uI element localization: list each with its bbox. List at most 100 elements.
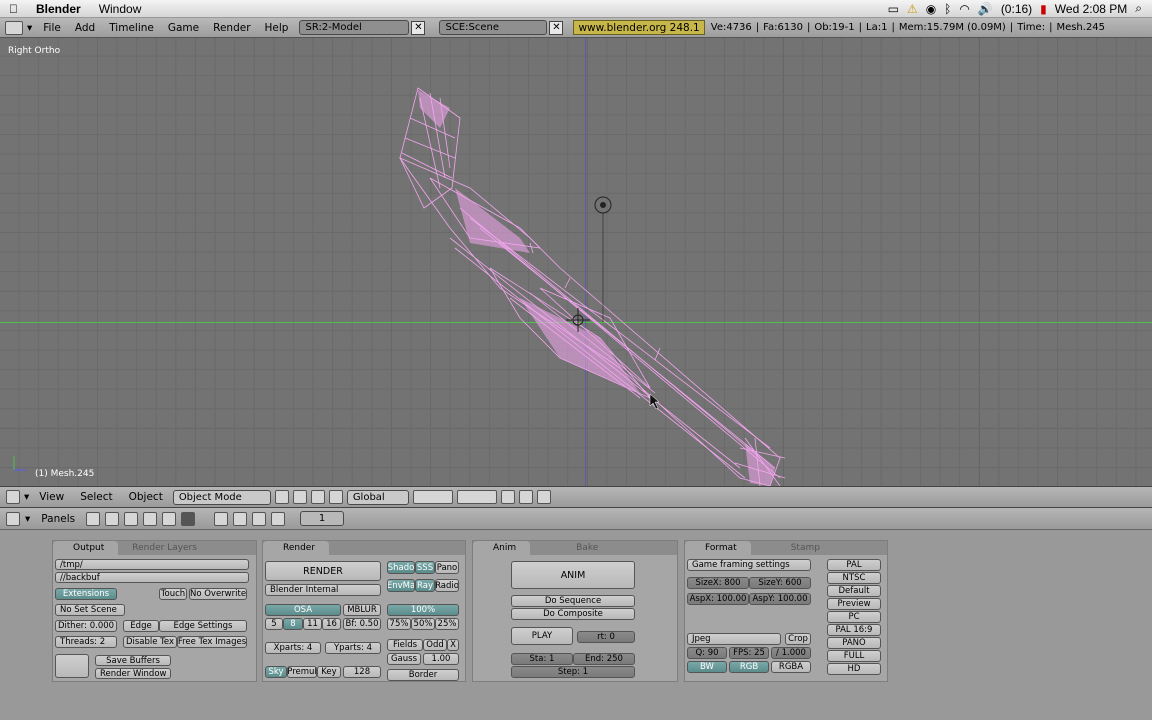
battery-status[interactable]: (0:16) (1001, 2, 1032, 16)
3d-viewport[interactable]: Right Ortho (1) Mesh.245 (0, 38, 1152, 486)
draw-type-icon[interactable] (274, 490, 289, 504)
play-button[interactable]: PLAY (511, 627, 573, 645)
bake-tab[interactable]: Bake (530, 543, 612, 553)
aspy-field[interactable]: AspY: 100.00 (749, 593, 811, 605)
render-tab[interactable]: Render (263, 541, 330, 555)
airplane-wireframe[interactable] (0, 38, 1152, 486)
sync-icon[interactable]: ◉ (926, 2, 936, 16)
menu-timeline[interactable]: Timeline (102, 22, 161, 34)
odd-toggle[interactable]: Odd (423, 639, 447, 651)
preset-pal-16-9[interactable]: PAL 16:9 (827, 624, 881, 636)
fps-field[interactable]: FPS: 25 (729, 647, 769, 659)
lock-icon[interactable] (500, 490, 515, 504)
clock[interactable]: Wed 2:08 PM (1055, 2, 1127, 16)
format-tab[interactable]: Format (685, 541, 751, 555)
anim-subcontext-icon[interactable] (233, 511, 248, 526)
do-composite-toggle[interactable]: Do Composite (511, 608, 635, 620)
output-tab[interactable]: Output (53, 541, 119, 555)
preset-pal[interactable]: PAL (827, 559, 881, 571)
anim-button[interactable]: ANIM (511, 561, 635, 589)
menu-view[interactable]: View (33, 491, 70, 503)
editing-context-icon[interactable] (162, 511, 177, 526)
logic-context-icon[interactable] (86, 511, 101, 526)
menu-help[interactable]: Help (258, 22, 296, 34)
sss-toggle[interactable]: SSS (415, 561, 435, 574)
volume-icon[interactable]: 🔊 (978, 2, 993, 16)
collapse-triangle-icon[interactable]: ▾ (27, 22, 32, 34)
menu-add[interactable]: Add (68, 22, 102, 34)
preset-pano[interactable]: PANO (827, 637, 881, 649)
free-tex-images-toggle[interactable]: Free Tex Images (177, 636, 247, 648)
preset-pc[interactable]: PC (827, 611, 881, 623)
file-type-selector[interactable]: Jpeg (687, 633, 781, 645)
threads-field[interactable]: Threads: 2 (55, 636, 117, 648)
crop-toggle[interactable]: Crop (785, 633, 811, 645)
spotlight-icon[interactable]: ⌕ (1135, 1, 1142, 16)
mode-selector[interactable]: Object Mode (172, 489, 271, 505)
preset-ntsc[interactable]: NTSC (827, 572, 881, 584)
game-framing-button[interactable]: Game framing settings (687, 559, 811, 571)
set-scene-selector[interactable]: No Set Scene (55, 604, 125, 616)
hand-icon[interactable] (328, 490, 343, 504)
filter-size-field[interactable]: 1.00 (423, 653, 459, 665)
sky-toggle[interactable]: Sky (265, 666, 287, 678)
size-75-toggle[interactable]: 75% (387, 618, 411, 630)
pivot-icon[interactable] (292, 490, 307, 504)
app-menu[interactable]: Blender (27, 2, 90, 16)
object-context-icon[interactable] (143, 511, 158, 526)
scene-delete-button[interactable]: ✕ (549, 20, 564, 35)
editor-type-icon[interactable] (5, 20, 23, 35)
screen-delete-button[interactable]: ✕ (411, 20, 426, 35)
osa-16-toggle[interactable]: 16 (322, 618, 341, 630)
size-50-toggle[interactable]: 50% (411, 618, 435, 630)
start-frame-field[interactable]: Sta: 1 (511, 653, 573, 665)
warning-icon[interactable]: ⚠ (907, 2, 918, 16)
blender-url-label[interactable]: www.blender.org 248.1 (573, 20, 705, 35)
osa-8-toggle[interactable]: 8 (283, 618, 303, 630)
orientation-selector[interactable]: Global (346, 489, 409, 505)
stamp-tab[interactable]: Stamp (751, 543, 834, 553)
rt-field[interactable]: rt: 0 (577, 631, 635, 643)
render-subcontext-icon[interactable] (214, 511, 229, 526)
renderer-selector[interactable]: Blender Internal (265, 584, 381, 596)
rgba-toggle[interactable]: RGBA (771, 661, 811, 673)
disable-tex-toggle[interactable]: Disable Tex (123, 636, 177, 648)
size-25-toggle[interactable]: 25% (435, 618, 459, 630)
bluetooth-icon[interactable]: ᛒ (944, 2, 951, 16)
shading-context-icon[interactable] (124, 511, 139, 526)
scene-selector[interactable]: SCE:Scene (439, 20, 548, 35)
screen-selector[interactable]: SR:2-Model (299, 20, 410, 35)
editor-type-icon-buttons[interactable] (6, 511, 20, 526)
mblur-toggle[interactable]: MBLUR (343, 604, 381, 616)
save-buffers-toggle[interactable]: Save Buffers (95, 655, 171, 666)
scene-context-icon[interactable] (181, 511, 196, 526)
radio-toggle[interactable]: Radio (435, 579, 459, 592)
render-button[interactable]: RENDER (265, 561, 381, 581)
output-path-field[interactable]: /tmp/ (55, 559, 249, 570)
quality-field[interactable]: Q: 90 (687, 647, 727, 659)
layer-buttons-a[interactable] (412, 490, 453, 504)
editor-type-icon-3d[interactable] (6, 490, 20, 504)
window-menu[interactable]: Window (90, 2, 151, 16)
preset-hd[interactable]: HD (827, 663, 881, 675)
menu-render[interactable]: Render (206, 22, 257, 34)
bits-selector[interactable]: 128 (343, 666, 381, 678)
script-context-icon[interactable] (105, 511, 120, 526)
border-toggle[interactable]: Border (387, 669, 459, 681)
apple-icon[interactable]:  (0, 2, 27, 16)
frame-counter[interactable]: 1 (300, 511, 345, 526)
preset-default[interactable]: Default (827, 585, 881, 597)
preset-full[interactable]: FULL (827, 650, 881, 662)
preset-preview[interactable]: Preview (827, 598, 881, 610)
osa-5-toggle[interactable]: 5 (265, 618, 283, 630)
sound-subcontext-icon[interactable] (252, 511, 267, 526)
collapse-triangle-icon-3d[interactable]: ▾ (24, 491, 29, 503)
filter-selector[interactable]: Gauss (387, 653, 421, 665)
menu-object[interactable]: Object (123, 491, 169, 503)
yparts-field[interactable]: Yparts: 4 (325, 642, 381, 654)
ray-toggle[interactable]: Ray (415, 579, 435, 592)
osa-toggle[interactable]: OSA (265, 604, 341, 616)
render-window-selector[interactable]: Render Window (95, 668, 171, 679)
collapse-triangle-icon-buttons[interactable]: ▾ (25, 513, 30, 525)
flag-icon[interactable]: ▮ (1040, 2, 1047, 16)
